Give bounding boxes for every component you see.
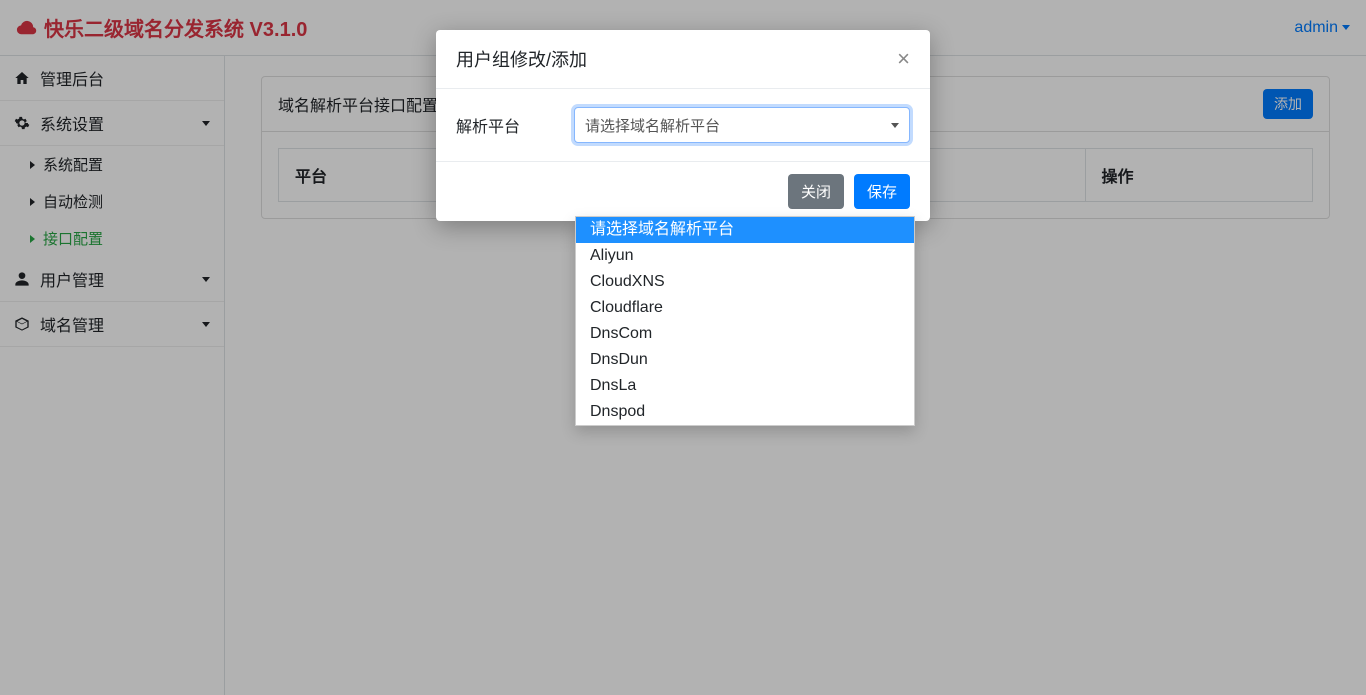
close-icon[interactable]: × <box>897 48 910 70</box>
platform-field-row: 解析平台 请选择域名解析平台 <box>456 107 910 143</box>
platform-option[interactable]: 请选择域名解析平台 <box>576 217 914 243</box>
platform-select-value: 请选择域名解析平台 <box>585 115 720 136</box>
platform-option[interactable]: Cloudflare <box>576 295 914 321</box>
modal-header: 用户组修改/添加 × <box>436 30 930 89</box>
platform-option[interactable]: DnsCom <box>576 321 914 347</box>
edit-group-modal: 用户组修改/添加 × 解析平台 请选择域名解析平台 关闭 保存 <box>436 30 930 221</box>
platform-select-dropdown: 请选择域名解析平台 Aliyun CloudXNS Cloudflare Dns… <box>575 216 915 426</box>
modal-footer: 关闭 保存 <box>436 161 930 221</box>
close-button[interactable]: 关闭 <box>788 174 844 209</box>
platform-option[interactable]: Aliyun <box>576 243 914 269</box>
platform-field-label: 解析平台 <box>456 113 574 137</box>
platform-option[interactable]: DnsDun <box>576 347 914 373</box>
caret-down-icon <box>891 123 899 128</box>
platform-option[interactable]: Dnspod <box>576 399 914 425</box>
modal-body: 解析平台 请选择域名解析平台 <box>436 89 930 161</box>
save-button[interactable]: 保存 <box>854 174 910 209</box>
platform-option[interactable]: DnsLa <box>576 373 914 399</box>
modal-title: 用户组修改/添加 <box>456 46 587 72</box>
platform-select[interactable]: 请选择域名解析平台 <box>574 107 910 143</box>
platform-option[interactable]: CloudXNS <box>576 269 914 295</box>
